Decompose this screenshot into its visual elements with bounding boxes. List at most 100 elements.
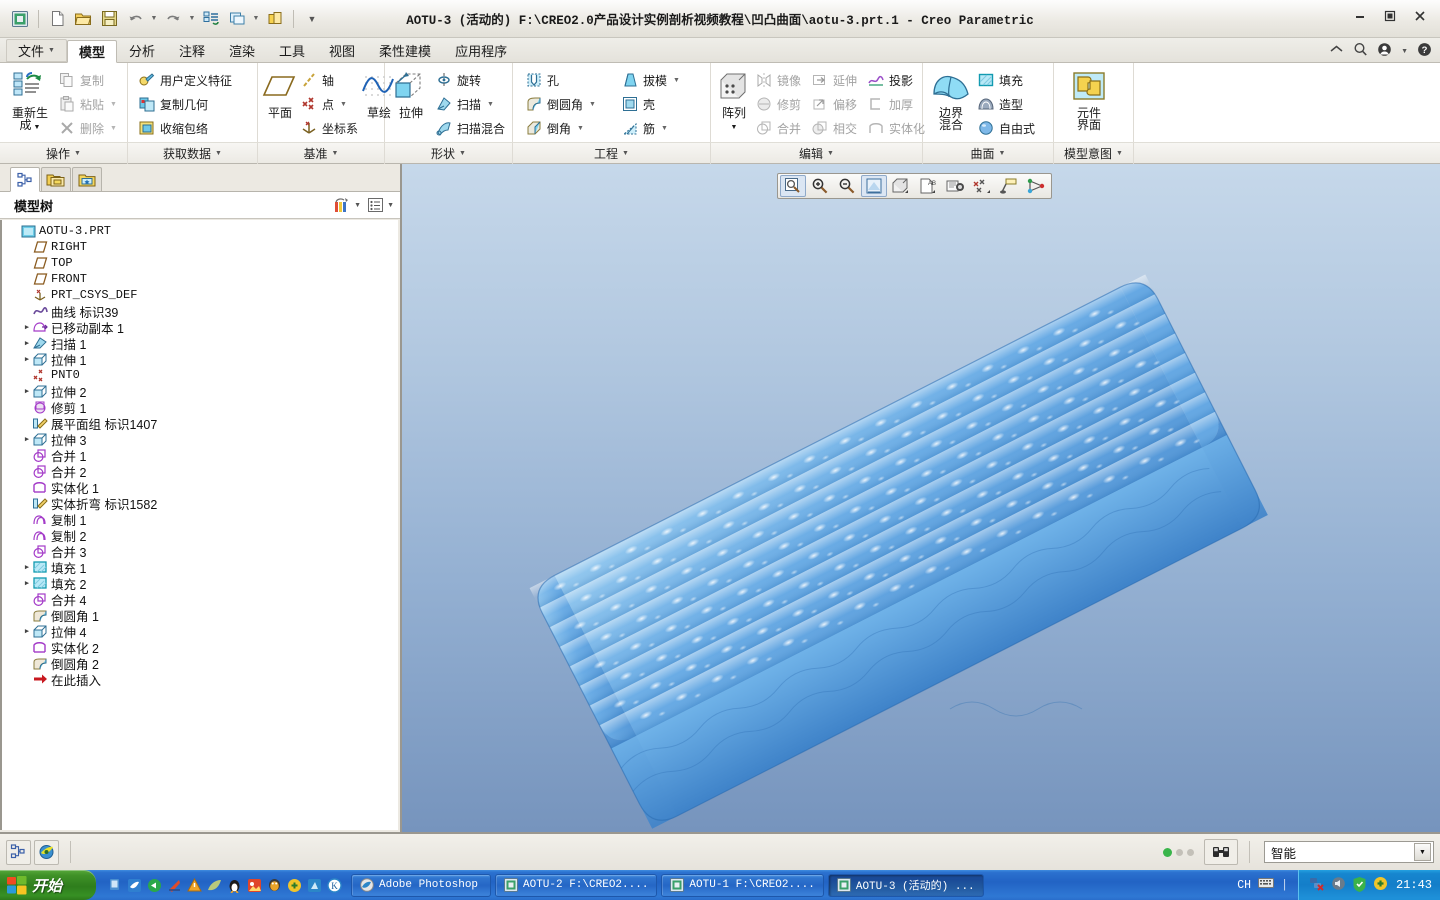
ribbon-group-datum[interactable]: 平面 轴 点 ▼ 坐标系 草绘 [258, 63, 394, 142]
ribbon-tab-strip[interactable]: 文件 ▼ 模型 分析 注释 渲染 工具 视图 柔性建模 应用程序 ▼ ? [0, 38, 1440, 63]
solidify-button[interactable]: 实体化 [865, 116, 928, 140]
chevron-down-icon[interactable]: ▼ [577, 125, 584, 132]
refit-icon[interactable] [861, 175, 887, 197]
thicken-button[interactable]: 加厚 [865, 92, 928, 116]
show-desktop-icon[interactable] [106, 877, 123, 894]
cad-model-3d[interactable] [402, 164, 1440, 832]
draft-button[interactable]: 拔模 ▼ [619, 68, 683, 92]
model-tree-item[interactable]: ▶ 拉伸 1 [2, 351, 398, 368]
expand-arrow-icon[interactable]: ▶ [22, 323, 32, 332]
browser-toggle-button[interactable] [34, 839, 59, 865]
redo-dropdown-icon[interactable]: ▼ [187, 7, 197, 31]
copy-geometry-button[interactable]: 复制几何 [136, 92, 235, 116]
start-button[interactable]: 开始 [0, 870, 96, 900]
qq-icon[interactable] [266, 877, 283, 894]
ribbon-tab-right-icons[interactable]: ▼ ? [1329, 42, 1432, 60]
intersect-button[interactable]: 相交 [809, 116, 860, 140]
model-tree-item[interactable]: FRONT [2, 271, 398, 287]
expand-arrow-icon[interactable]: ▶ [22, 627, 32, 636]
window-controls[interactable] [1346, 6, 1434, 26]
chevron-down-icon[interactable]: ▼ [661, 125, 668, 132]
windows-taskbar[interactable]: 开始 K Adobe Photoshop AOTU-2 F:\CREO2.... [0, 870, 1440, 900]
collapse-ribbon-icon[interactable] [1329, 43, 1344, 59]
datum-item-column[interactable]: 轴 点 ▼ 坐标系 [298, 66, 361, 140]
account-icon[interactable] [1377, 42, 1392, 60]
tab-applications[interactable]: 应用程序 [443, 39, 519, 62]
extrude-button[interactable]: 拉伸 [389, 66, 433, 119]
qat-overflow-icon[interactable]: ▼ [300, 7, 324, 31]
swept-blend-button[interactable]: 扫描混合 [433, 116, 508, 140]
blue-app-icon[interactable] [306, 877, 323, 894]
repaint-icon[interactable] [780, 175, 806, 197]
undo-icon[interactable] [123, 7, 147, 31]
plus-green-icon[interactable] [1373, 876, 1388, 894]
datum-display-icon[interactable] [969, 175, 995, 197]
regenerate-icon[interactable] [199, 7, 223, 31]
ribbon-group-engineering[interactable]: 孔 倒圆角 ▼ 倒角 ▼ 拔模 ▼ 壳 筋 ▼ [513, 63, 711, 142]
chevron-down-icon[interactable]: ▼ [589, 101, 596, 108]
graphics-toolbar[interactable]: AB [777, 173, 1052, 199]
group-label-datum[interactable]: 基准 ▼ [258, 143, 385, 164]
window-dropdown-icon[interactable]: ▼ [251, 7, 261, 31]
taskbar-windows[interactable]: Adobe Photoshop AOTU-2 F:\CREO2.... AOTU… [351, 873, 1227, 897]
expand-arrow-icon[interactable]: ▶ [22, 579, 32, 588]
zoom-in-icon[interactable] [807, 175, 833, 197]
left-panel[interactable]: 模型树 ▼ ▼ AOTU-3.PRT RIGHT TOP FRONT PRT_CSYS_… [0, 164, 402, 832]
model-tree-tab[interactable] [10, 167, 40, 192]
ribbon-group-operations[interactable]: 重新生 成 ▼ 复制 粘贴 ▼ 删除 ▼ [0, 63, 128, 142]
tab-annotate[interactable]: 注释 [167, 39, 217, 62]
folder-open-icon[interactable] [263, 7, 287, 31]
task-aotu-2[interactable]: AOTU-2 F:\CREO2.... [495, 873, 658, 897]
notepad-icon[interactable] [206, 877, 223, 894]
operations-item-column[interactable]: 复制 粘贴 ▼ 删除 ▼ [56, 66, 120, 140]
annotation-display-icon[interactable] [996, 175, 1022, 197]
ime-indicator[interactable]: CH | [1227, 877, 1298, 893]
close-button[interactable] [1406, 6, 1434, 26]
chamfer-button[interactable]: 倒角 ▼ [523, 116, 599, 140]
tab-flexible-modeling[interactable]: 柔性建模 [367, 39, 443, 62]
favorites-tab[interactable] [72, 167, 102, 191]
display-style-icon[interactable] [888, 175, 914, 197]
selection-filter-dropdown[interactable]: 智能 ▼ [1264, 841, 1434, 863]
view-manager-icon[interactable] [942, 175, 968, 197]
left-panel-tabs[interactable] [0, 164, 400, 192]
model-tree-item[interactable]: AOTU-3.PRT [2, 223, 398, 239]
green-arrow-icon[interactable] [146, 877, 163, 894]
redo-icon[interactable] [161, 7, 185, 31]
chevron-down-icon[interactable]: ▼ [622, 150, 629, 157]
model-tree-toggle-button[interactable] [6, 839, 31, 865]
ribbon-group-model-intent[interactable]: 元件 界面 [1054, 63, 1134, 142]
group-label-shapes[interactable]: 形状 ▼ [385, 143, 513, 164]
chevron-down-icon[interactable]: ▼ [1414, 843, 1431, 861]
model-tree-item[interactable]: 在此插入 [2, 671, 398, 688]
engineering-column-2[interactable]: 拔模 ▼ 壳 筋 ▼ [599, 66, 683, 140]
search-model-button[interactable] [1204, 839, 1238, 865]
delete-button[interactable]: 删除 ▼ [56, 116, 120, 140]
get-data-column[interactable]: 用户定义特征 复制几何 收缩包络 [132, 66, 235, 140]
ribbon-group-shapes[interactable]: 拉伸 旋转 扫描 ▼ 扫描混合 [385, 63, 513, 142]
model-tree-list[interactable]: AOTU-3.PRT RIGHT TOP FRONT PRT_CSYS_DEF 曲线 标识… [2, 223, 398, 688]
undo-dropdown-icon[interactable]: ▼ [149, 7, 159, 31]
status-bar[interactable]: 智能 ▼ [0, 832, 1440, 870]
tab-model[interactable]: 模型 [66, 40, 117, 63]
task-adobe-photoshop[interactable]: Adobe Photoshop [351, 873, 491, 897]
quick-access-toolbar[interactable]: ▼ ▼ ▼ ▼ [0, 0, 324, 37]
minimize-button[interactable] [1346, 6, 1374, 26]
plus-icon[interactable] [286, 877, 303, 894]
filter-settings-button[interactable]: ▼ [333, 197, 361, 214]
tab-view[interactable]: 视图 [317, 39, 367, 62]
task-aotu-3[interactable]: AOTU-3 (活动的) ... [827, 873, 984, 897]
editing-column-1[interactable]: 镜像 修剪 合并 [753, 66, 804, 140]
expand-arrow-icon[interactable]: ▶ [22, 435, 32, 444]
saved-views-icon[interactable]: AB [915, 175, 941, 197]
chevron-down-icon[interactable]: ▼ [354, 202, 361, 209]
search-icon[interactable] [1353, 42, 1368, 60]
model-tree-item[interactable]: TOP [2, 255, 398, 271]
datum-point-button[interactable]: 点 ▼ [298, 92, 361, 116]
group-label-surfaces[interactable]: 曲面 ▼ [923, 143, 1054, 164]
account-chevron-icon[interactable]: ▼ [1401, 48, 1408, 55]
chevron-down-icon[interactable]: ▼ [215, 150, 222, 157]
merge-button[interactable]: 合并 [753, 116, 804, 140]
tab-tools[interactable]: 工具 [267, 39, 317, 62]
component-interface-button[interactable]: 元件 界面 [1058, 66, 1120, 131]
